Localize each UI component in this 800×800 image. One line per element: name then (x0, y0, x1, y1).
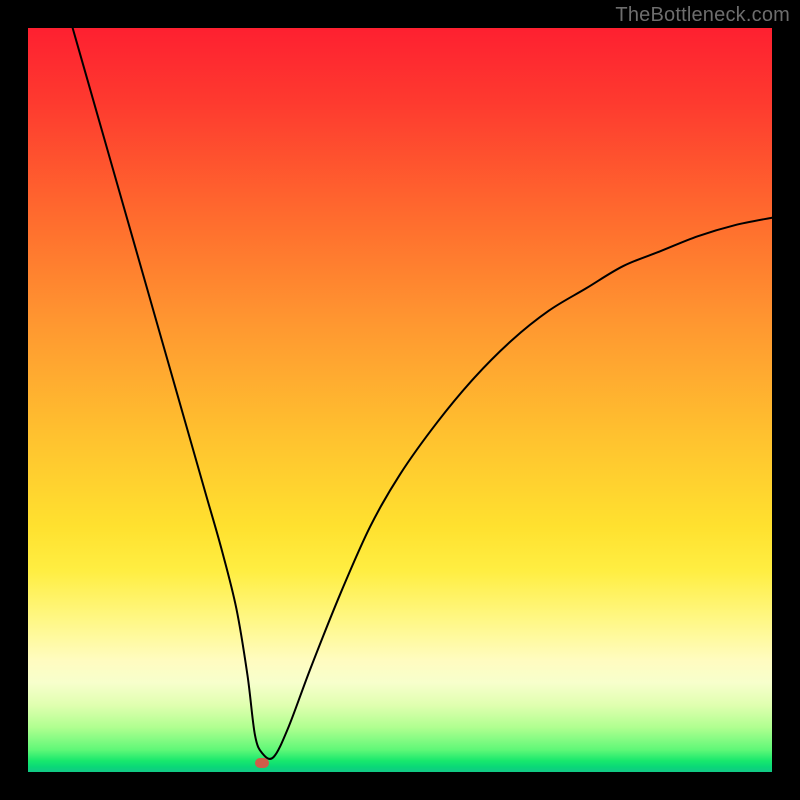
chart-frame: TheBottleneck.com (0, 0, 800, 800)
bottleneck-curve (28, 28, 772, 772)
attribution-label: TheBottleneck.com (615, 4, 790, 27)
min-marker (255, 758, 269, 768)
